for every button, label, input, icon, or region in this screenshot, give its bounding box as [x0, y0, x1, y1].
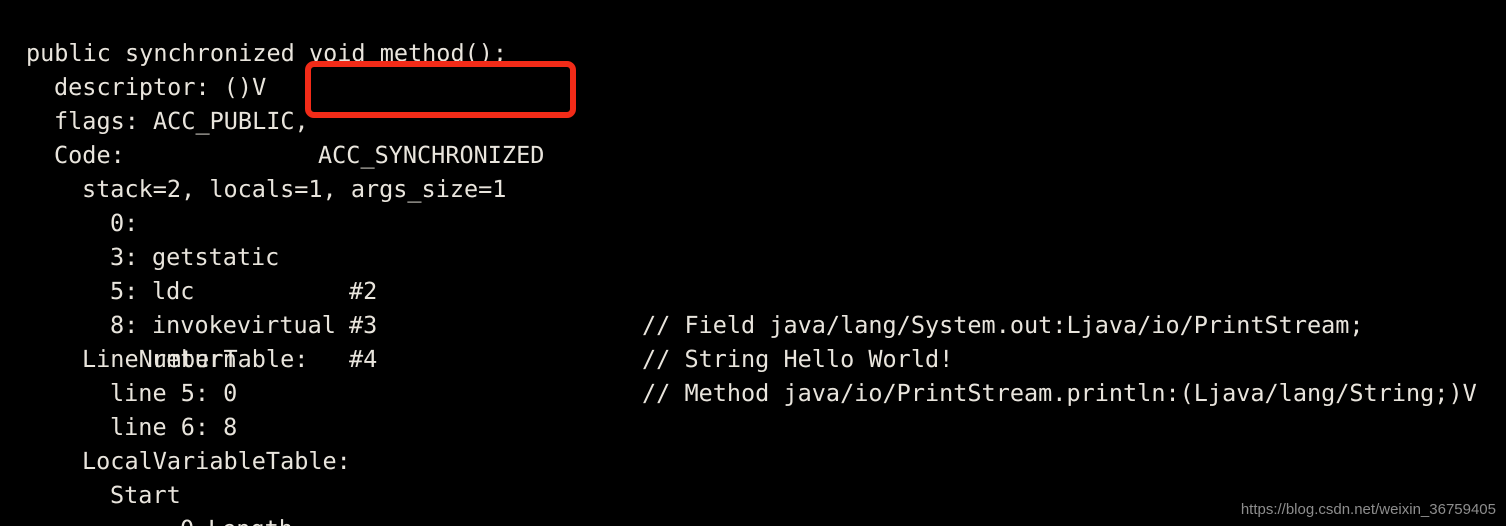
code-line-stack-info: stack=2, locals=1, args_size=1: [0, 138, 1506, 203]
bytecode-instruction-row: 0: getstatic #2 // Field java/lang/Syste…: [0, 172, 1506, 339]
local-variable-table-column-headers: Start Length Slot Name Signature: [0, 444, 1506, 526]
line-number-table-header: LineNumberTable:: [0, 308, 1506, 373]
code-line-descriptor: descriptor: ()V: [0, 36, 1506, 101]
column-header-length: Length: [208, 512, 293, 526]
bytecode-instruction-row: 3: ldc #3 // String Hello World!: [0, 206, 1506, 373]
local-variable-table-header: LocalVariableTable:: [0, 410, 1506, 475]
code-line-flags: flags: ACC_PUBLIC, ACC_SYNCHRONIZED: [0, 70, 1506, 169]
line-number-table-entry: line 5: 0: [0, 342, 1506, 407]
bytecode-instruction-row: 5: invokevirtual #4 // Method java/io/Pr…: [0, 240, 1506, 407]
csdn-watermark: https://blog.csdn.net/weixin_36759405: [1240, 501, 1496, 518]
code-line-code-label: Code:: [0, 104, 1506, 169]
code-line-method-signature: public synchronized void method();: [0, 2, 1506, 67]
cell-start: 0: [180, 512, 194, 526]
line-number-table-entry: line 6: 8: [0, 376, 1506, 441]
bytecode-instruction-row: 8: return: [0, 274, 1506, 373]
terminal-output: public synchronized void method(); descr…: [0, 0, 1506, 526]
